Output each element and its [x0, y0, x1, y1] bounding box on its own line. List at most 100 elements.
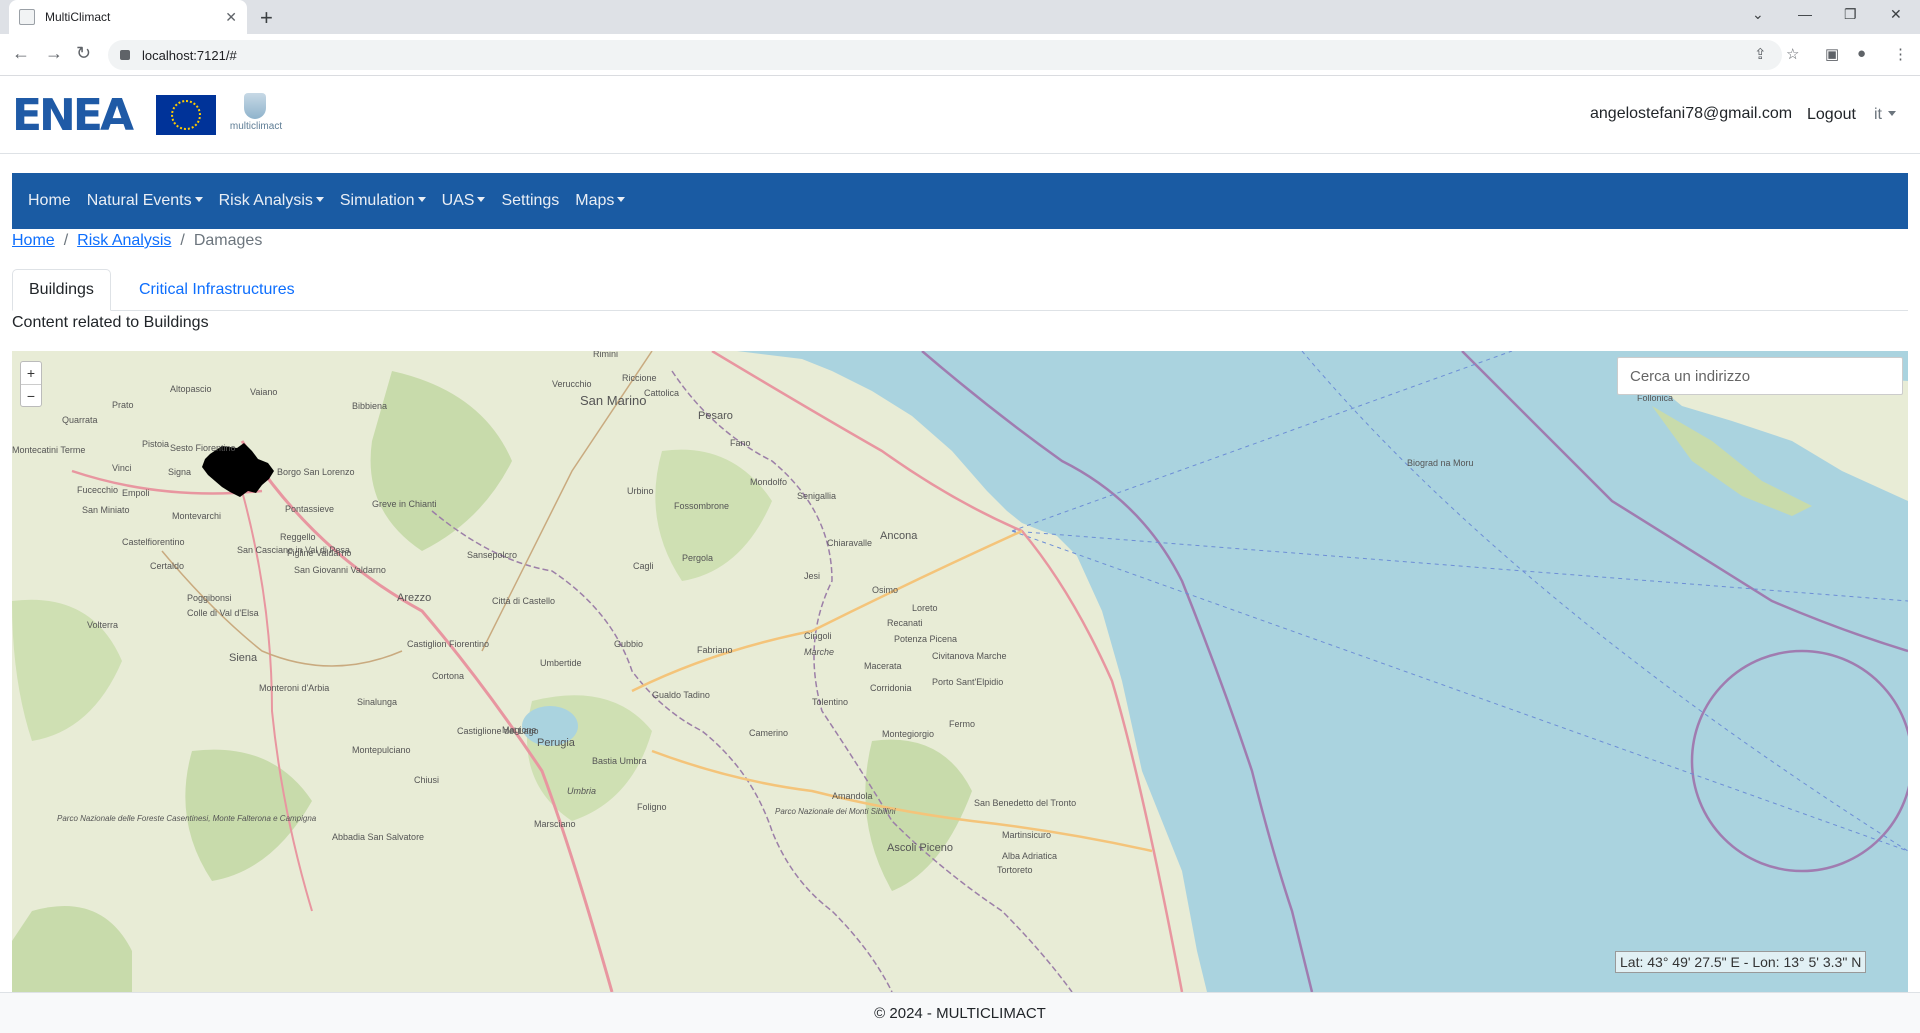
place-label: Fermo	[949, 719, 975, 729]
place-label: Vaiano	[250, 387, 277, 397]
close-tab-icon[interactable]: ✕	[225, 9, 237, 26]
place-label: Rimini	[593, 351, 618, 359]
profile-icon[interactable]: ●	[1857, 45, 1866, 62]
place-label: Perugia	[537, 737, 576, 749]
place-label: Foligno	[637, 802, 667, 812]
place-label: Quarrata	[62, 415, 98, 425]
nav-item-natural-events[interactable]: Natural Events	[79, 192, 211, 210]
tab-search-icon[interactable]: ⌄	[1752, 6, 1764, 23]
place-label: Parco Nazionale delle Foreste Casentines…	[57, 814, 317, 823]
tab-content-text: Content related to Buildings	[12, 314, 209, 331]
place-label: Umbria	[567, 786, 596, 796]
browser-tab[interactable]: MultiClimact ✕	[9, 0, 247, 34]
place-label: Reggello	[280, 532, 316, 542]
place-label: Recanati	[887, 618, 923, 628]
caret-down-icon	[315, 197, 324, 202]
new-tab-icon[interactable]: +	[260, 5, 273, 31]
breadcrumb-current: Damages	[193, 232, 263, 249]
address-bar[interactable]: localhost:7121/#	[108, 40, 1782, 70]
back-icon[interactable]: ←	[12, 43, 30, 64]
tab-critical-infrastructures[interactable]: Critical Infrastructures	[123, 269, 311, 311]
nav-item-risk-analysis[interactable]: Risk Analysis	[211, 192, 332, 210]
place-label: Jesi	[804, 571, 820, 581]
restore-icon[interactable]: ❐	[1844, 6, 1857, 23]
place-label: Gualdo Tadino	[652, 690, 710, 700]
place-label: Cattolica	[644, 388, 679, 398]
place-label: Greve in Chianti	[372, 499, 437, 509]
place-label: Loreto	[912, 603, 938, 613]
place-label: San Miniato	[82, 505, 130, 515]
place-label: Riccione	[622, 373, 657, 383]
eu-flag-logo	[156, 95, 216, 135]
map-view[interactable]: Rimini Riccione Cattolica Verucchio San Mari…	[12, 351, 1908, 992]
place-label: Mondolfo	[750, 477, 787, 487]
place-label: Bibbiena	[352, 401, 387, 411]
place-label: Urbino	[627, 486, 654, 496]
caret-down-icon	[417, 197, 426, 202]
footer: © 2024 - MULTICLIMACT	[0, 992, 1920, 1033]
nav-item-simulation[interactable]: Simulation	[332, 192, 434, 210]
place-label: Senigallia	[797, 491, 836, 501]
place-label: Volterra	[87, 620, 118, 630]
place-label: Sesto Fiorentino	[170, 443, 236, 453]
logout-link[interactable]: Logout	[1807, 106, 1856, 124]
main-navbar: Home Natural Events Risk Analysis Simulatio…	[12, 173, 1908, 229]
place-label: Camerino	[749, 728, 788, 738]
menu-icon[interactable]: ⋮	[1893, 45, 1908, 63]
place-label: Tolentino	[812, 697, 848, 707]
place-label: Colle di Val d'Elsa	[187, 608, 259, 618]
browser-toolbar: ← → ↻ localhost:7121/# ⇪ ☆ ▣ ● ⋮	[0, 34, 1920, 76]
breadcrumb-home[interactable]: Home	[12, 232, 55, 250]
zoom-out-button[interactable]: −	[21, 384, 41, 406]
caret-down-icon	[617, 197, 626, 202]
place-label: Umbertide	[540, 658, 582, 668]
place-label: Altopascio	[170, 384, 212, 394]
language-dropdown[interactable]: it	[1874, 106, 1896, 124]
place-label: Tortoreto	[997, 865, 1033, 875]
tab-bar: Buildings Critical Infrastructures	[12, 269, 1908, 311]
zoom-in-button[interactable]: +	[21, 362, 41, 384]
side-panel-icon[interactable]: ▣	[1825, 45, 1839, 63]
forward-icon[interactable]: →	[45, 43, 63, 64]
caret-down-icon	[477, 197, 486, 202]
enea-logo[interactable]: ENEA	[12, 90, 134, 141]
nav-item-settings[interactable]: Settings	[493, 192, 567, 210]
tab-buildings[interactable]: Buildings	[12, 269, 111, 311]
place-label: Pontassieve	[285, 504, 334, 514]
place-label: Biograd na Moru	[1407, 458, 1474, 468]
place-label: Signa	[168, 467, 191, 477]
nav-item-home[interactable]: Home	[20, 192, 79, 210]
place-label: Empoli	[122, 488, 150, 498]
place-label: Fucecchio	[77, 485, 118, 495]
place-label: Abbadia San Salvatore	[332, 832, 424, 842]
browser-tab-strip: MultiClimact ✕ + ⌄ — ❐ ✕	[0, 0, 1920, 34]
bookmark-star-icon[interactable]: ☆	[1786, 45, 1799, 63]
breadcrumb-risk-analysis[interactable]: Risk Analysis	[77, 232, 171, 250]
footer-copyright: © 2024 - MULTICLIMACT	[874, 1004, 1046, 1022]
user-email: angelostefani78@gmail.com	[1590, 105, 1793, 122]
share-icon[interactable]: ⇪	[1754, 45, 1767, 63]
nav-item-maps[interactable]: Maps	[567, 192, 633, 210]
place-label: Monteroni d'Arbia	[259, 683, 329, 693]
place-label: Castiglion Fiorentino	[407, 639, 489, 649]
nav-item-uas[interactable]: UAS	[434, 192, 494, 210]
place-label: Cortona	[432, 671, 464, 681]
place-label: Certaldo	[150, 561, 184, 571]
caret-down-icon	[194, 197, 203, 202]
place-label: Magione	[502, 725, 537, 735]
place-label: Parco Nazionale dei Monti Sibillini	[775, 807, 896, 816]
place-label: San Casciano in Val di Pesa	[237, 545, 350, 555]
place-label: Marsciano	[534, 819, 576, 829]
place-label: Montevarchi	[172, 511, 221, 521]
place-label: Montepulciano	[352, 745, 411, 755]
address-search-input[interactable]	[1617, 357, 1903, 395]
minimize-icon[interactable]: —	[1798, 6, 1812, 22]
place-label: San Marino	[580, 393, 646, 408]
place-label: Pistoia	[142, 439, 169, 449]
lock-icon	[120, 50, 130, 60]
place-label: Gubbio	[614, 639, 643, 649]
close-window-icon[interactable]: ✕	[1890, 6, 1902, 23]
map-place-labels: Rimini Riccione Cattolica Verucchio San Mari…	[12, 351, 1673, 875]
reload-icon[interactable]: ↻	[76, 43, 91, 64]
place-label: Fabriano	[697, 645, 733, 655]
